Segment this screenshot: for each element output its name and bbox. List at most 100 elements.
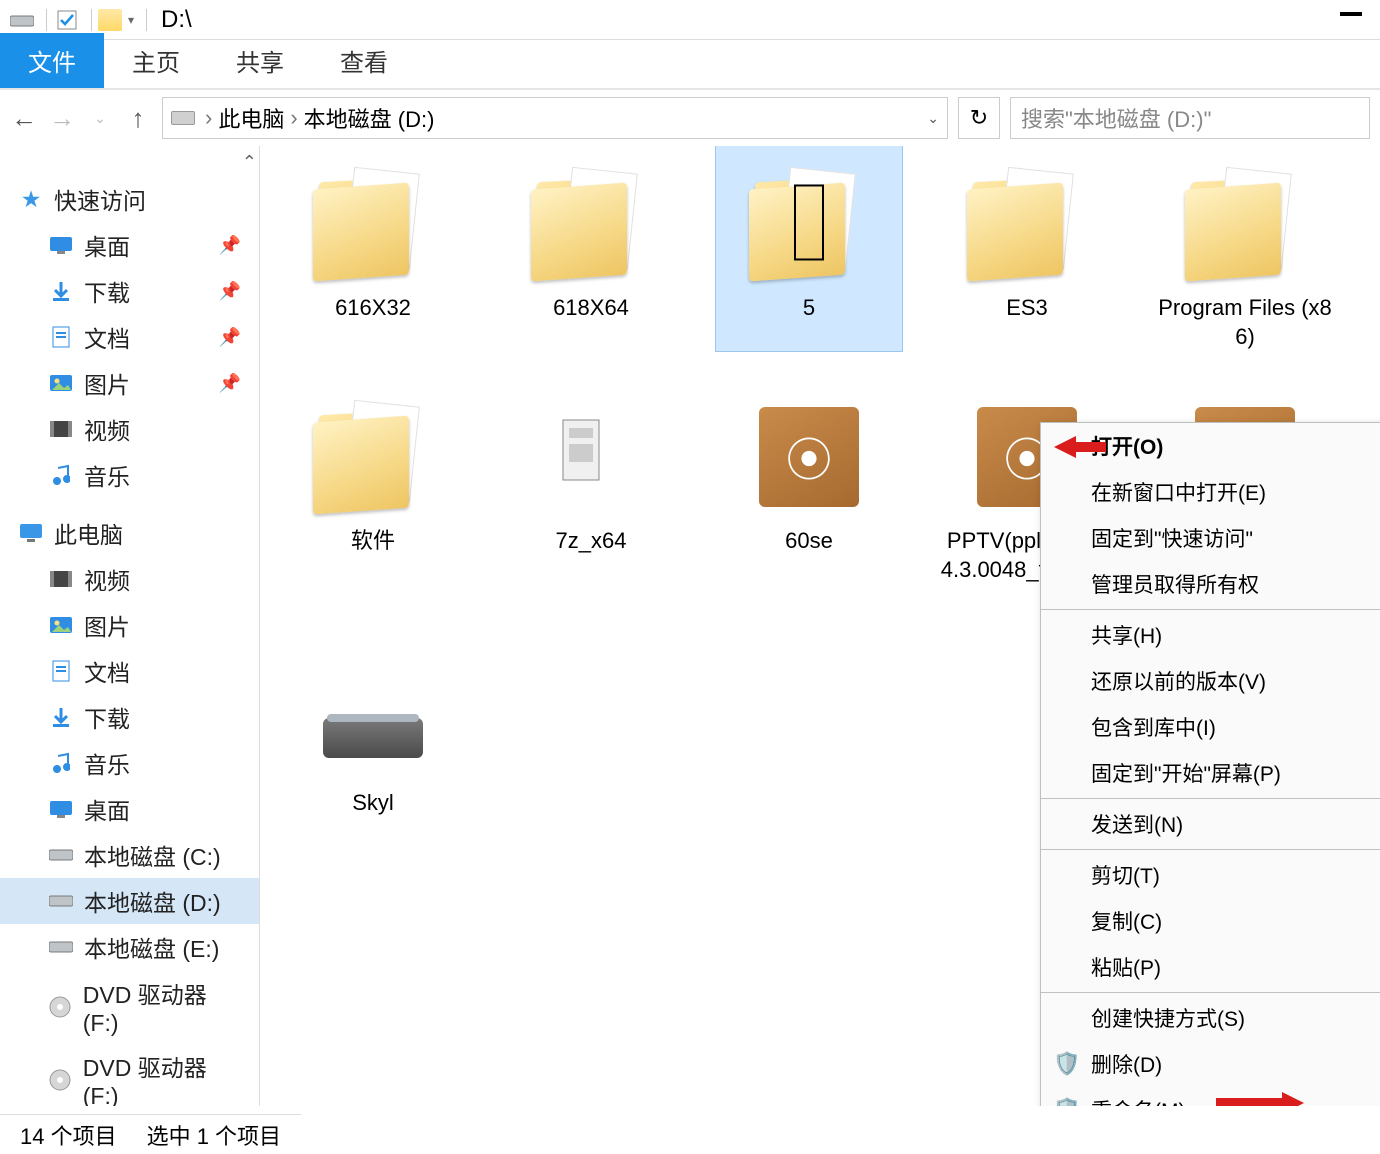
file-name: 软件 xyxy=(347,527,399,556)
file-item[interactable]: ES3 xyxy=(934,146,1120,351)
item-icon xyxy=(48,660,74,682)
sidebar-item-label: 图片 xyxy=(84,366,130,400)
item-icon xyxy=(48,936,74,958)
menu-item[interactable]: 剪切(T) xyxy=(1041,852,1380,898)
main: ⌃ ★ 快速访问 桌面 📌 下载 📌 文档 📌 图片 📌 视频 音乐 xyxy=(0,146,1380,1106)
menu-item[interactable]: 包含到库中(I) › xyxy=(1041,704,1380,750)
menu-item[interactable]: 复制(C) xyxy=(1041,898,1380,944)
ribbon-tabs: 文件 主页 共享 查看 xyxy=(0,40,1380,90)
minimize-button[interactable] xyxy=(1340,12,1362,16)
sidebar-item-label: 本地磁盘 (D:) xyxy=(84,884,221,918)
star-icon: ★ xyxy=(18,188,44,210)
chevron-right-icon[interactable]: › xyxy=(205,105,212,131)
file-icon xyxy=(526,387,656,527)
item-icon xyxy=(48,614,74,636)
pin-icon: 📌 xyxy=(219,327,241,348)
file-name: 7z_x64 xyxy=(552,527,631,556)
tab-share[interactable]: 共享 xyxy=(208,33,312,88)
sidebar-item-pc[interactable]: 本地磁盘 (E:) xyxy=(0,924,259,970)
sidebar-item-pc[interactable]: DVD 驱动器 (F:) xyxy=(0,1043,259,1106)
history-button[interactable]: ⌄ xyxy=(86,104,114,132)
menu-item[interactable]: 固定到"开始"屏幕(P) xyxy=(1041,750,1380,796)
file-item[interactable]: 616X32 xyxy=(280,146,466,351)
sidebar-quick-access: ★ 快速访问 桌面 📌 下载 📌 文档 📌 图片 📌 视频 音乐 xyxy=(0,176,259,498)
file-icon xyxy=(308,154,438,294)
sidebar-item-quick[interactable]: 视频 xyxy=(0,406,259,452)
menu-item-label: 管理员取得所有权 xyxy=(1091,569,1259,599)
sidebar-item-quick[interactable]: 文档 📌 xyxy=(0,314,259,360)
menu-item-label: 剪切(T) xyxy=(1091,860,1160,890)
file-item[interactable]: 软件 xyxy=(280,379,466,613)
drive-icon xyxy=(171,111,195,125)
tab-file[interactable]: 文件 xyxy=(0,33,104,88)
file-item[interactable]: ⦿ 60se xyxy=(716,379,902,613)
sidebar-item-label: 本地磁盘 (C:) xyxy=(84,838,221,872)
menu-item[interactable]: 发送到(N) › xyxy=(1041,801,1380,847)
sidebar-item-pc[interactable]: 桌面 xyxy=(0,786,259,832)
tab-home[interactable]: 主页 xyxy=(104,33,208,88)
menu-item-label: 共享(H) xyxy=(1091,620,1162,650)
menu-item[interactable]: 🛡️ 重命名(M) xyxy=(1041,1087,1380,1106)
file-item[interactable]: Program Files (x86) xyxy=(1152,146,1338,351)
sidebar-item-quick[interactable]: 音乐 xyxy=(0,452,259,498)
file-icon xyxy=(308,649,438,789)
dropdown-icon[interactable]: ▾ xyxy=(128,13,134,27)
forward-button[interactable]: → xyxy=(48,104,76,132)
sidebar-item-pc[interactable]: 文档 xyxy=(0,648,259,694)
sidebar-head-quick[interactable]: ★ 快速访问 xyxy=(0,176,259,222)
chevron-right-icon[interactable]: › xyxy=(290,105,297,131)
up-button[interactable]: ↑ xyxy=(124,104,152,132)
menu-item[interactable]: 固定到"快速访问" xyxy=(1041,515,1380,561)
sidebar-item-pc[interactable]: 本地磁盘 (D:) xyxy=(0,878,259,924)
nav-bar: ← → ⌄ ↑ › 此电脑 › 本地磁盘 (D:) ⌄ ↻ 搜索"本地磁盘 (D… xyxy=(0,90,1380,146)
chevron-down-icon[interactable]: ⌄ xyxy=(927,110,939,127)
address-bar[interactable]: › 此电脑 › 本地磁盘 (D:) ⌄ xyxy=(162,97,948,139)
refresh-button[interactable]: ↻ xyxy=(958,97,1000,139)
breadcrumb-drive[interactable]: 本地磁盘 (D:) xyxy=(298,102,441,134)
sidebar-item-label: 桌面 xyxy=(84,228,130,262)
menu-item[interactable]: 共享(H) › xyxy=(1041,612,1380,658)
file-icon xyxy=(526,154,656,294)
file-item[interactable]: 7z_x64 xyxy=(498,379,684,613)
shield-icon: 🛡️ xyxy=(1053,1097,1080,1106)
file-item[interactable]: 5 xyxy=(716,146,902,351)
file-name: 618X64 xyxy=(549,294,633,323)
menu-item-label: 还原以前的版本(V) xyxy=(1091,666,1266,696)
file-icon: ⦿ xyxy=(744,387,874,527)
breadcrumb-pc[interactable]: 此电脑 xyxy=(212,102,290,134)
sidebar-item-quick[interactable]: 图片 📌 xyxy=(0,360,259,406)
menu-item-label: 重命名(M) xyxy=(1091,1095,1185,1106)
tab-view[interactable]: 查看 xyxy=(312,33,416,88)
item-icon xyxy=(48,464,74,486)
sidebar-item-pc[interactable]: 下载 xyxy=(0,694,259,740)
menu-item[interactable]: 还原以前的版本(V) xyxy=(1041,658,1380,704)
checkbox-icon[interactable] xyxy=(53,9,81,31)
context-menu: 打开(O) 在新窗口中打开(E) 固定到"快速访问" 管理员取得所有权 共享(H… xyxy=(1040,422,1380,1106)
item-icon xyxy=(48,752,74,774)
file-item[interactable]: 618X64 xyxy=(498,146,684,351)
sidebar-item-pc[interactable]: 图片 xyxy=(0,602,259,648)
sidebar-item-pc[interactable]: 音乐 xyxy=(0,740,259,786)
menu-item[interactable]: 管理员取得所有权 xyxy=(1041,561,1380,607)
sidebar-item-pc[interactable]: 本地磁盘 (C:) xyxy=(0,832,259,878)
menu-item[interactable]: 🛡️ 删除(D) xyxy=(1041,1041,1380,1087)
sidebar-item-pc[interactable]: DVD 驱动器 (F:) xyxy=(0,970,259,1043)
back-button[interactable]: ← xyxy=(10,104,38,132)
sidebar-item-quick[interactable]: 桌面 📌 xyxy=(0,222,259,268)
sidebar-item-pc[interactable]: 视频 xyxy=(0,556,259,602)
content-area[interactable]: 616X32 618X64 5 ES3 Program Files (x86) … xyxy=(260,146,1380,1106)
menu-item[interactable]: 在新窗口中打开(E) xyxy=(1041,469,1380,515)
sidebar-head-pc[interactable]: 此电脑 xyxy=(0,510,259,556)
menu-item-label: 复制(C) xyxy=(1091,906,1162,936)
menu-item[interactable]: 打开(O) xyxy=(1041,423,1380,469)
scroll-up-icon[interactable]: ⌃ xyxy=(242,152,257,173)
menu-item[interactable]: 创建快捷方式(S) xyxy=(1041,995,1380,1041)
menu-item-label: 固定到"快速访问" xyxy=(1091,523,1253,553)
file-name: 5 xyxy=(799,294,819,323)
menu-item[interactable]: 粘贴(P) xyxy=(1041,944,1380,990)
item-icon xyxy=(48,798,74,820)
sidebar-item-quick[interactable]: 下载 📌 xyxy=(0,268,259,314)
pin-icon: 📌 xyxy=(219,281,241,302)
search-input[interactable]: 搜索"本地磁盘 (D:)" xyxy=(1010,97,1370,139)
file-item[interactable]: Skyl xyxy=(280,641,466,818)
